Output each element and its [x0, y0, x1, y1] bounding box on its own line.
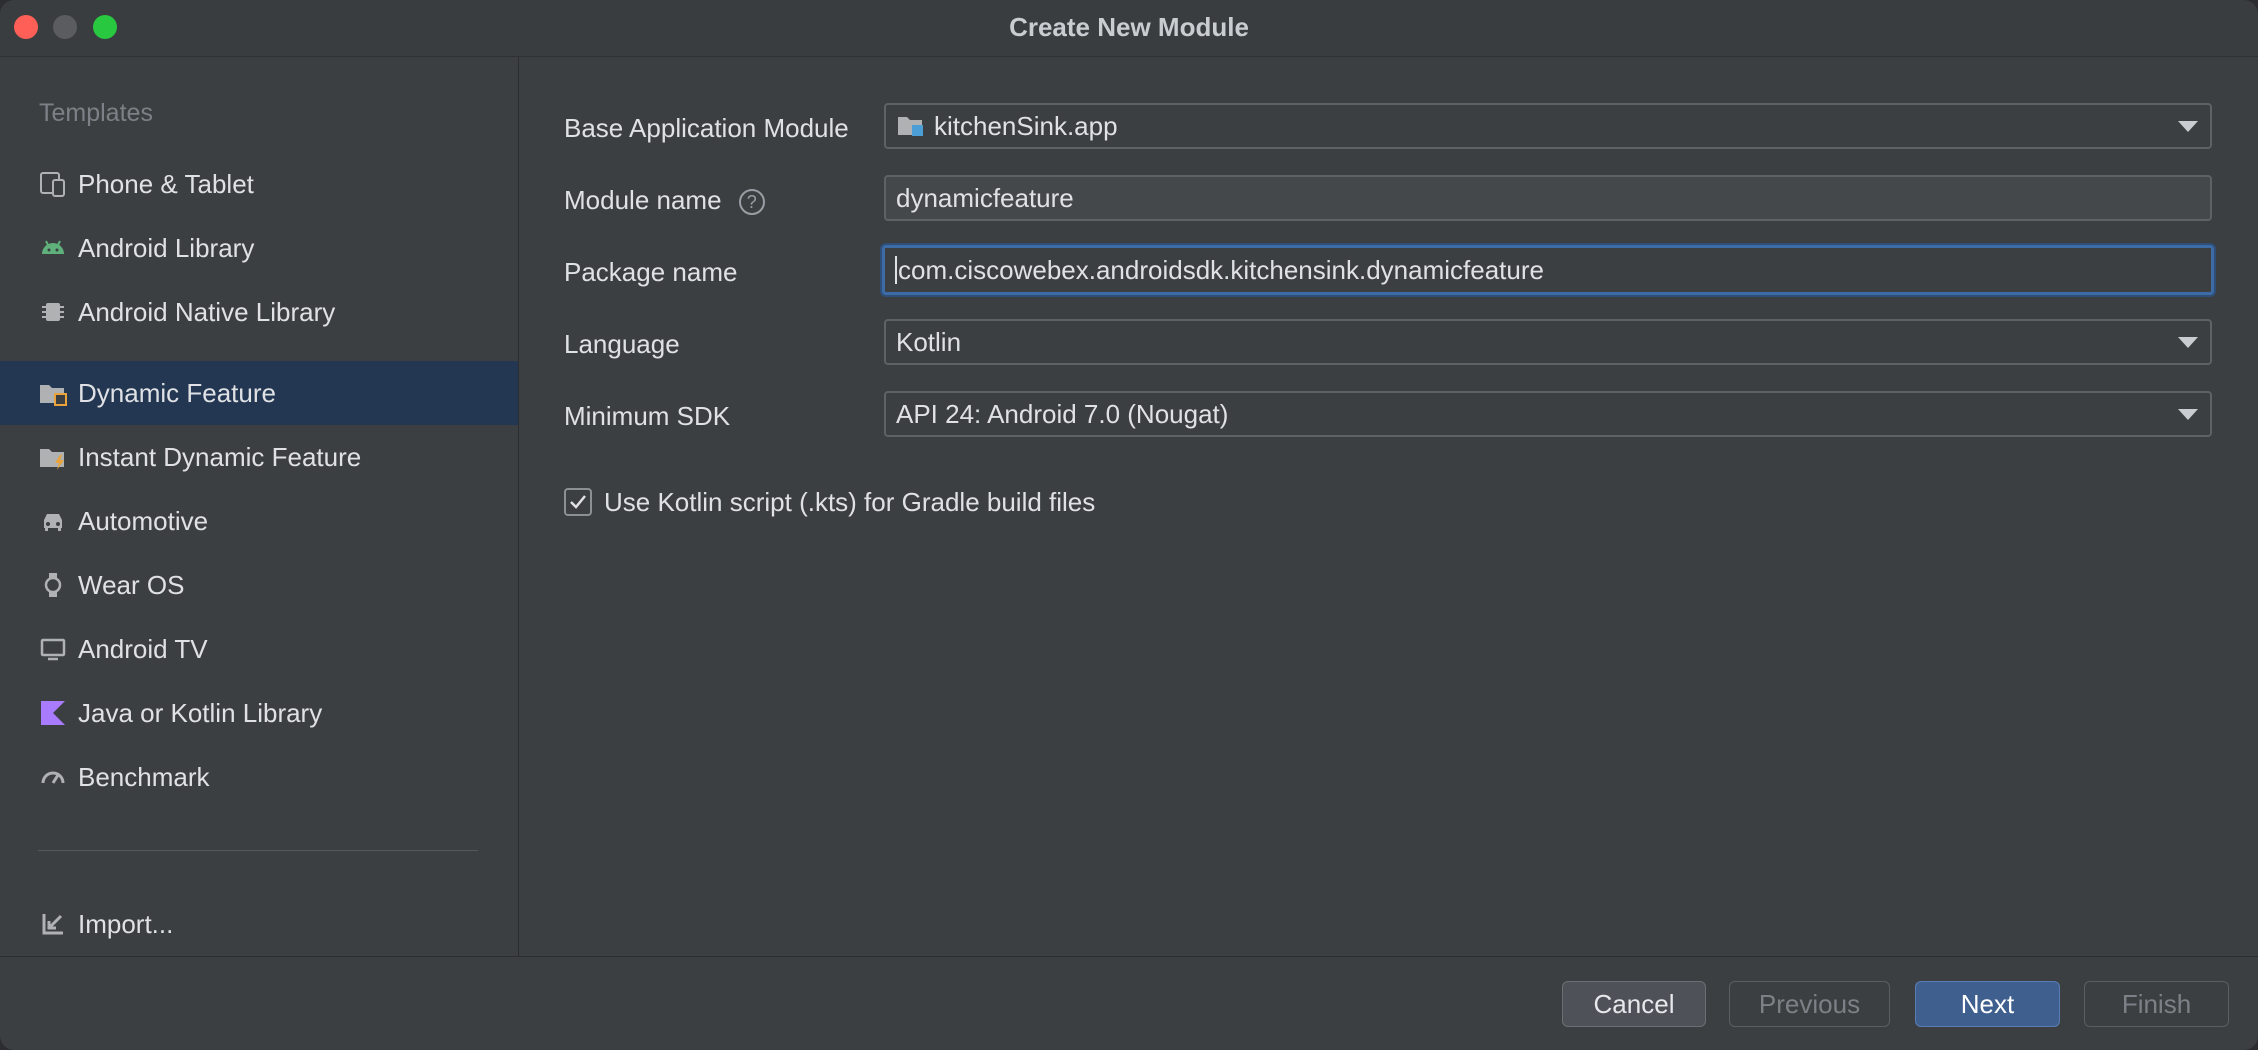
- template-label: Dynamic Feature: [78, 377, 276, 408]
- kts-checkbox-label[interactable]: Use Kotlin script (.kts) for Gradle buil…: [604, 487, 1095, 518]
- next-button[interactable]: Next: [1915, 981, 2060, 1027]
- template-label: Instant Dynamic Feature: [78, 441, 362, 472]
- min-sdk-select[interactable]: API 24: Android 7.0 (Nougat): [884, 391, 2212, 437]
- kts-checkbox[interactable]: [564, 488, 592, 516]
- package-name-value: com.ciscowebex.androidsdk.kitchensink.dy…: [898, 254, 1544, 285]
- import-arrow-icon: [38, 909, 68, 939]
- module-form: Base Application Module kitchenSink.app …: [519, 57, 2258, 956]
- package-name-label: Package name: [564, 257, 738, 287]
- import-button[interactable]: Import...: [0, 892, 518, 956]
- chip-icon: [38, 297, 68, 327]
- title-bar: Create New Module: [0, 0, 2258, 57]
- template-instant-dynamic-feature[interactable]: Instant Dynamic Feature: [0, 425, 518, 489]
- template-label: Android Library: [78, 232, 255, 263]
- cancel-button[interactable]: Cancel: [1562, 981, 1706, 1027]
- template-dynamic-feature[interactable]: Dynamic Feature: [0, 361, 518, 425]
- checkmark-icon: [570, 495, 586, 509]
- chevron-down-icon: [2178, 409, 2198, 420]
- base-module-value: kitchenSink.app: [934, 110, 1118, 141]
- template-automotive[interactable]: Automotive: [0, 489, 518, 553]
- template-label: Android TV: [78, 633, 208, 664]
- base-module-label: Base Application Module: [564, 113, 849, 143]
- template-label: Automotive: [78, 505, 209, 536]
- module-name-label: Module name ?: [564, 185, 765, 216]
- module-name-value: dynamicfeature: [896, 182, 1074, 213]
- watch-icon: [38, 570, 68, 600]
- template-java-kotlin-library[interactable]: Java or Kotlin Library: [0, 681, 518, 745]
- import-label: Import...: [78, 908, 174, 939]
- phone-tablet-icon: [38, 169, 68, 199]
- base-module-select[interactable]: kitchenSink.app: [884, 103, 2212, 149]
- package-name-input[interactable]: com.ciscowebex.androidsdk.kitchensink.dy…: [882, 245, 2214, 295]
- template-label: Wear OS: [78, 569, 185, 600]
- chevron-down-icon: [2178, 337, 2198, 348]
- template-wear-os[interactable]: Wear OS: [0, 553, 518, 617]
- template-phone-tablet[interactable]: Phone & Tablet: [0, 152, 518, 216]
- help-icon[interactable]: ?: [738, 189, 765, 216]
- folder-instant-icon: [38, 442, 68, 472]
- min-sdk-label: Minimum SDK: [564, 401, 731, 431]
- template-label: Phone & Tablet: [78, 168, 254, 199]
- module-name-input[interactable]: dynamicfeature: [884, 175, 2212, 221]
- template-benchmark[interactable]: Benchmark: [0, 745, 518, 809]
- finish-button[interactable]: Finish: [2084, 981, 2229, 1027]
- folder-module-icon: [38, 378, 68, 408]
- previous-button[interactable]: Previous: [1729, 981, 1890, 1027]
- tv-icon: [38, 634, 68, 664]
- dialog-footer: Cancel Previous Next Finish: [0, 956, 2258, 1050]
- templates-header: Templates: [39, 99, 153, 127]
- template-label: Android Native Library: [78, 296, 336, 327]
- module-name-label-text: Module name: [564, 185, 722, 215]
- language-select[interactable]: Kotlin: [884, 319, 2212, 365]
- chevron-down-icon: [2178, 121, 2198, 132]
- kotlin-icon: [38, 698, 68, 728]
- text-cursor: [895, 256, 897, 284]
- template-android-native-library[interactable]: Android Native Library: [0, 280, 518, 344]
- dialog-title: Create New Module: [1009, 12, 1249, 42]
- folder-icon: [896, 112, 926, 140]
- sidebar-divider: [38, 850, 478, 851]
- template-label: Benchmark: [78, 761, 210, 792]
- android-icon: [38, 233, 68, 263]
- template-android-tv[interactable]: Android TV: [0, 617, 518, 681]
- language-value: Kotlin: [896, 326, 962, 357]
- min-sdk-value: API 24: Android 7.0 (Nougat): [896, 398, 1229, 429]
- car-icon: [38, 506, 68, 536]
- language-label: Language: [564, 329, 680, 359]
- dialog-window: Create New Module Templates Phone & Tabl…: [0, 0, 2258, 1050]
- template-android-library[interactable]: Android Library: [0, 216, 518, 280]
- template-label: Java or Kotlin Library: [78, 697, 323, 728]
- gauge-icon: [38, 762, 68, 792]
- templates-sidebar: Templates Phone & Tablet Android Library…: [0, 57, 519, 956]
